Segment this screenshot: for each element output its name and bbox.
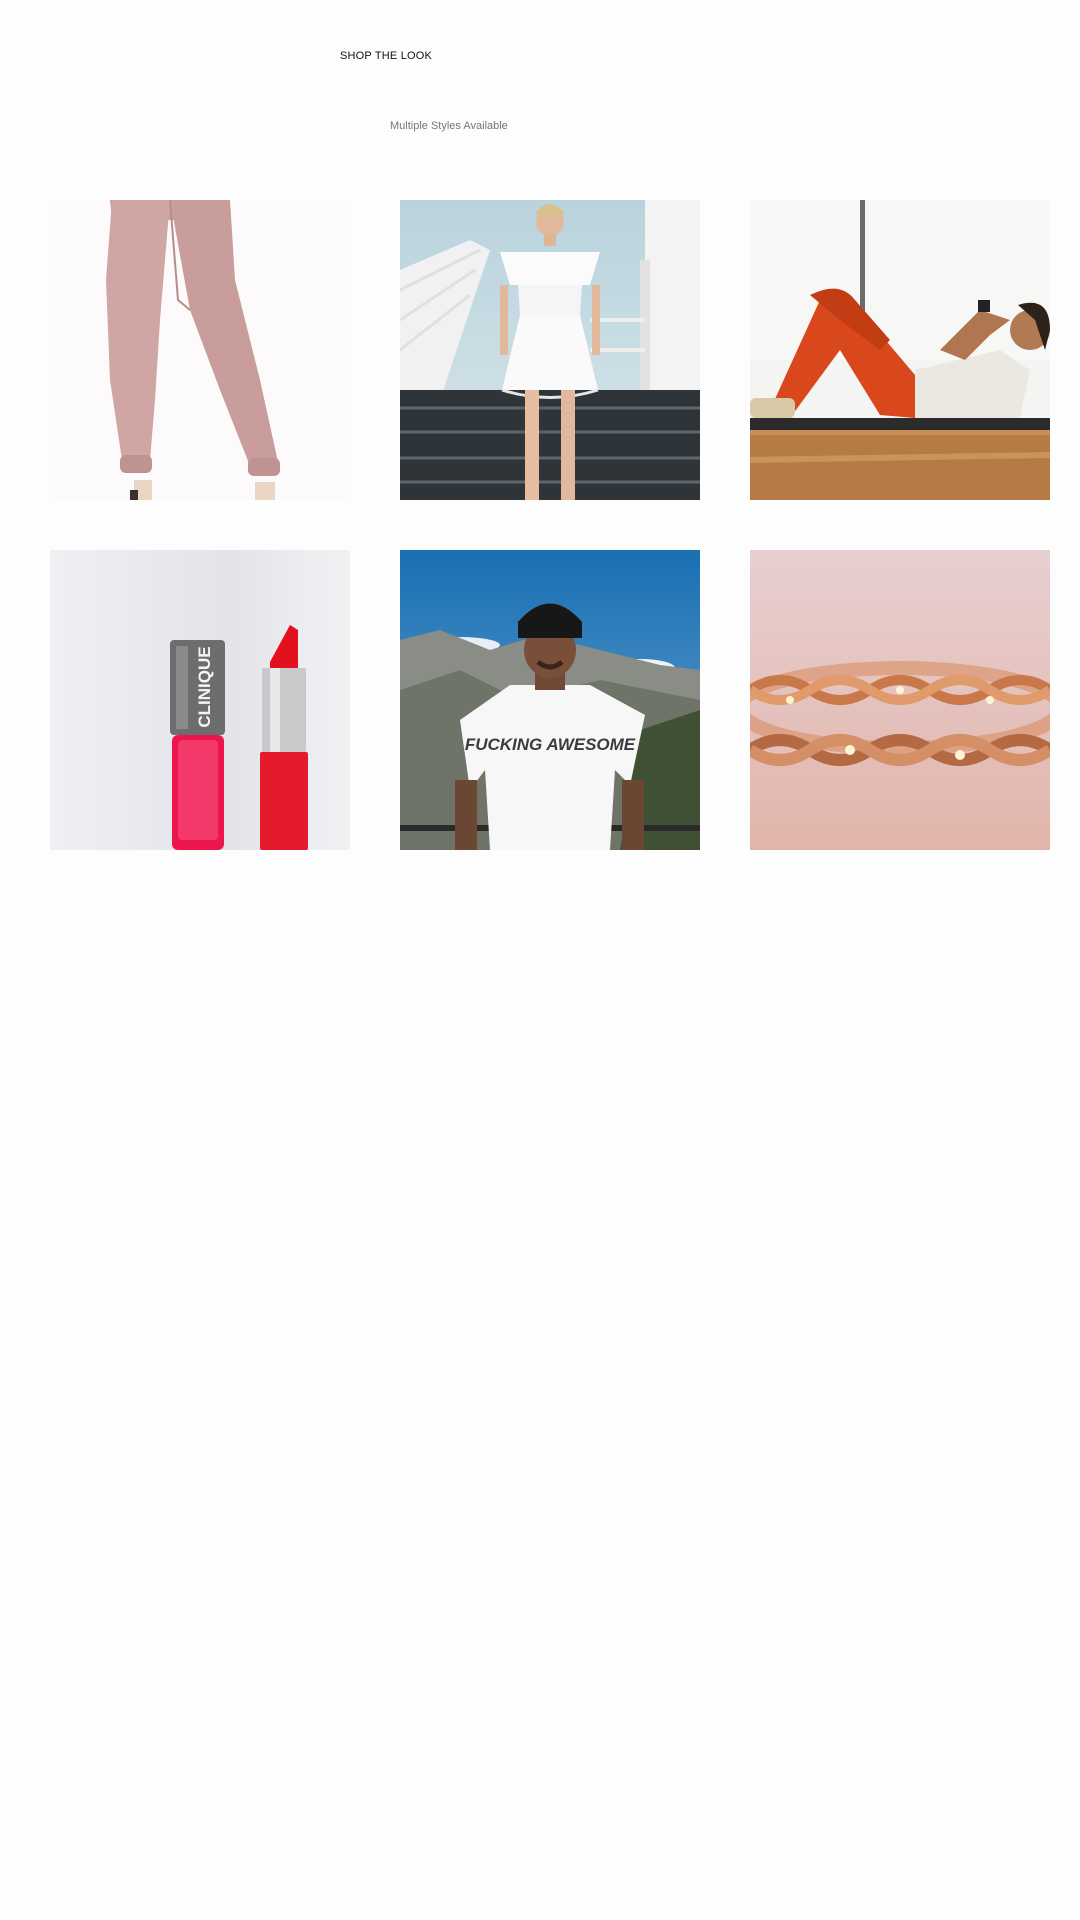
lipstick-icon: CLINIQUE <box>50 550 350 850</box>
bracelet-icon <box>750 550 1050 850</box>
tshirt-icon: FUCKING AWESOME <box>400 550 700 850</box>
product-tile-lipstick[interactable]: CLINIQUE <box>50 550 350 850</box>
product-tile-dress[interactable] <box>400 200 700 500</box>
product-tile-leggings[interactable] <box>750 200 1050 500</box>
product-tile-pants[interactable] <box>50 200 350 500</box>
leggings-icon <box>750 200 1050 500</box>
product-grid: CLINIQUE FUCKING AWESOME <box>50 200 1050 850</box>
pants-icon <box>50 200 350 500</box>
brand-label: CLINIQUE <box>195 646 214 727</box>
product-tile-bracelet[interactable] <box>750 550 1050 850</box>
tshirt-print-label: FUCKING AWESOME <box>465 735 636 754</box>
dress-icon <box>400 200 700 500</box>
page-title: SHOP THE LOOK <box>340 50 433 62</box>
product-tile-tshirt[interactable]: FUCKING AWESOME <box>400 550 700 850</box>
page-subtitle: Multiple Styles Available <box>390 120 508 132</box>
